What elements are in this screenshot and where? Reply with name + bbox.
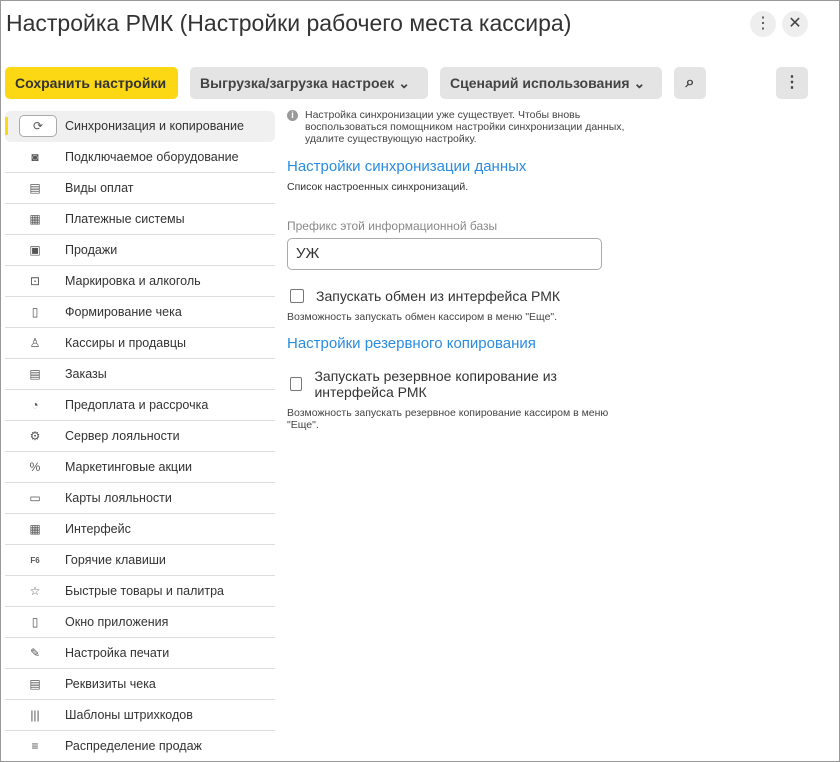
sidebar-item-label: Формирование чека	[65, 305, 182, 319]
save-button[interactable]: Сохранить настройки	[5, 67, 178, 99]
sidebar-item[interactable]: ▯ Окно приложения	[5, 607, 275, 638]
sidebar-item-icon: F6	[30, 555, 40, 565]
sidebar-item-label: Кассиры и продавцы	[65, 336, 187, 350]
sidebar-item-label: Предоплата и рассрочка	[65, 398, 209, 412]
scenario-dropdown[interactable]: Сценарий использования ⌄	[440, 67, 662, 99]
sidebar-item-label: Окно приложения	[65, 615, 169, 629]
sidebar-item[interactable]: ▭ Карты лояльности	[5, 483, 275, 514]
sidebar-item-label: Синхронизация и копирование	[65, 119, 244, 133]
sidebar-item-icon: ▯	[31, 305, 39, 319]
sidebar-item-icon: %	[29, 460, 41, 474]
exchange-checkbox-label: Запускать обмен из интерфейса РМК	[316, 288, 561, 304]
sidebar-item-icon: |||	[30, 708, 40, 722]
sidebar-item-label: Заказы	[65, 367, 107, 381]
main-panel: i Настройка синхронизации уже существует.…	[287, 109, 627, 431]
sidebar-item-label: Маркировка и алкоголь	[65, 274, 201, 288]
sidebar-item-label: Виды оплат	[65, 181, 134, 195]
backup-checkbox-label: Запускать резервное копирование из интер…	[314, 368, 557, 400]
sidebar-item-icon: ▣	[29, 243, 41, 257]
sidebar-item-icon: ⊡	[29, 274, 41, 288]
sidebar-item[interactable]: ✎ Настройка печати	[5, 638, 275, 669]
export-import-dropdown[interactable]: Выгрузка/загрузка настроек ⌄	[190, 67, 428, 99]
more-actions-button[interactable]: ⋮	[776, 67, 808, 99]
more-icon[interactable]: ⋮	[750, 11, 776, 37]
sidebar-item[interactable]: ☆ Быстрые товары и палитра	[5, 576, 275, 607]
sync-subtitle: Список настроенных синхронизаций.	[287, 181, 469, 193]
info-text: Настройка синхронизации уже существует. …	[305, 109, 625, 145]
sidebar-item-label: Платежные системы	[65, 212, 185, 226]
sidebar-item-label: Подключаемое оборудование	[65, 150, 239, 164]
sidebar-item[interactable]: ⚙ Сервер лояльности	[5, 421, 275, 452]
sidebar-item[interactable]: ▣ Продажи	[5, 235, 275, 266]
sidebar-item-icon: ▭	[29, 491, 41, 505]
sidebar-item[interactable]: ≡ Распределение продаж	[5, 731, 275, 761]
exchange-note: Возможность запускать обмен кассиром в м…	[287, 311, 558, 323]
sidebar-item[interactable]: ▯ Формирование чека	[5, 297, 275, 328]
sidebar-item-label: Интерфейс	[65, 522, 131, 536]
sidebar-item-label: Карты лояльности	[65, 491, 172, 505]
sidebar-item-label: Сервер лояльности	[65, 429, 180, 443]
sidebar-item-icon: ♙	[29, 336, 41, 350]
search-icon: ⌕	[685, 74, 695, 91]
sidebar-item-icon: ▦	[29, 212, 41, 226]
sidebar-item-label: Настройка печати	[65, 646, 170, 660]
checkbox-icon[interactable]	[290, 289, 304, 303]
sidebar-item-label: Продажи	[65, 243, 118, 257]
sidebar-item[interactable]: ▦ Платежные системы	[5, 204, 275, 235]
toolbar: Сохранить настройки Выгрузка/загрузка на…	[5, 67, 839, 99]
chevron-down-icon: ⌄	[633, 75, 646, 91]
chevron-down-icon: ⌄	[398, 75, 410, 91]
sidebar-item[interactable]: ⟳ Синхронизация и копирование	[5, 111, 275, 142]
info-icon: i	[287, 110, 298, 121]
sidebar-item-label: Маркетинговые акции	[65, 460, 193, 474]
sidebar-item-label: Шаблоны штрихкодов	[65, 708, 193, 722]
sidebar-item-icon: ▯	[31, 615, 39, 629]
sidebar-item-label: Быстрые товары и палитра	[65, 584, 225, 598]
sidebar-item[interactable]: ▤ Заказы	[5, 359, 275, 390]
sync-heading[interactable]: Настройки синхронизации данных	[287, 158, 627, 175]
sidebar-item-icon: ≡	[31, 739, 39, 753]
sidebar-item-icon: ◔	[31, 398, 39, 412]
info-message: i Настройка синхронизации уже существует.…	[287, 109, 627, 145]
export-label: Выгрузка/загрузка настроек	[200, 75, 395, 91]
scenario-label: Сценарий использования	[450, 75, 630, 91]
backup-note: Возможность запускать резервное копирова…	[287, 407, 609, 431]
sidebar-item[interactable]: ◔ Предоплата и рассрочка	[5, 390, 275, 421]
sidebar-item[interactable]: ◙ Подключаемое оборудование	[5, 142, 275, 173]
sidebar-item-icon: ▦	[29, 522, 41, 536]
sidebar-item[interactable]: ▤ Реквизиты чека	[5, 669, 275, 700]
sidebar-item-icon: ✎	[29, 646, 41, 660]
more-icon: ⋮	[784, 74, 800, 91]
sidebar-item-icon: ▤	[29, 677, 41, 691]
sidebar-item-icon: ▤	[29, 181, 41, 195]
prefix-label: Префикс этой информационной базы	[287, 219, 498, 233]
sidebar-item-icon: ▤	[29, 367, 41, 381]
window-title: Настройка РМК (Настройки рабочего места …	[6, 10, 572, 36]
sidebar-item-icon: ⚙	[29, 429, 41, 443]
sidebar-item[interactable]: ▤ Виды оплат	[5, 173, 275, 204]
prefix-input[interactable]: УЖ	[287, 238, 602, 270]
sidebar-item-icon: ◙	[31, 150, 39, 164]
sidebar-item[interactable]: ||| Шаблоны штрихкодов	[5, 700, 275, 731]
backup-heading: Настройки резервного копирования	[287, 335, 536, 352]
settings-window: Настройка РМК (Настройки рабочего места …	[0, 0, 840, 762]
sidebar-item-icon: ☆	[29, 584, 41, 598]
sidebar-item[interactable]: ⊡ Маркировка и алкоголь	[5, 266, 275, 297]
search-button[interactable]: ⌕	[674, 67, 706, 99]
sidebar: ⟳ Синхронизация и копирование ◙ Подключаемо…	[5, 111, 275, 761]
sidebar-item-label: Распределение продаж	[65, 739, 202, 753]
sidebar-item-label: Реквизиты чека	[65, 677, 156, 691]
sidebar-item-icon: ⟳	[19, 115, 57, 137]
sidebar-item[interactable]: % Маркетинговые акции	[5, 452, 275, 483]
checkbox-icon[interactable]	[290, 377, 303, 391]
exchange-checkbox[interactable]: Запускать обмен из интерфейса РМК	[287, 288, 627, 304]
sidebar-item[interactable]: F6 Горячие клавиши	[5, 545, 275, 576]
backup-checkbox[interactable]: Запускать резервное копирование из интер…	[287, 368, 627, 400]
close-icon[interactable]: ✕	[782, 11, 808, 37]
sidebar-item-label: Горячие клавиши	[65, 553, 166, 567]
sidebar-item[interactable]: ♙ Кассиры и продавцы	[5, 328, 275, 359]
sidebar-item[interactable]: ▦ Интерфейс	[5, 514, 275, 545]
